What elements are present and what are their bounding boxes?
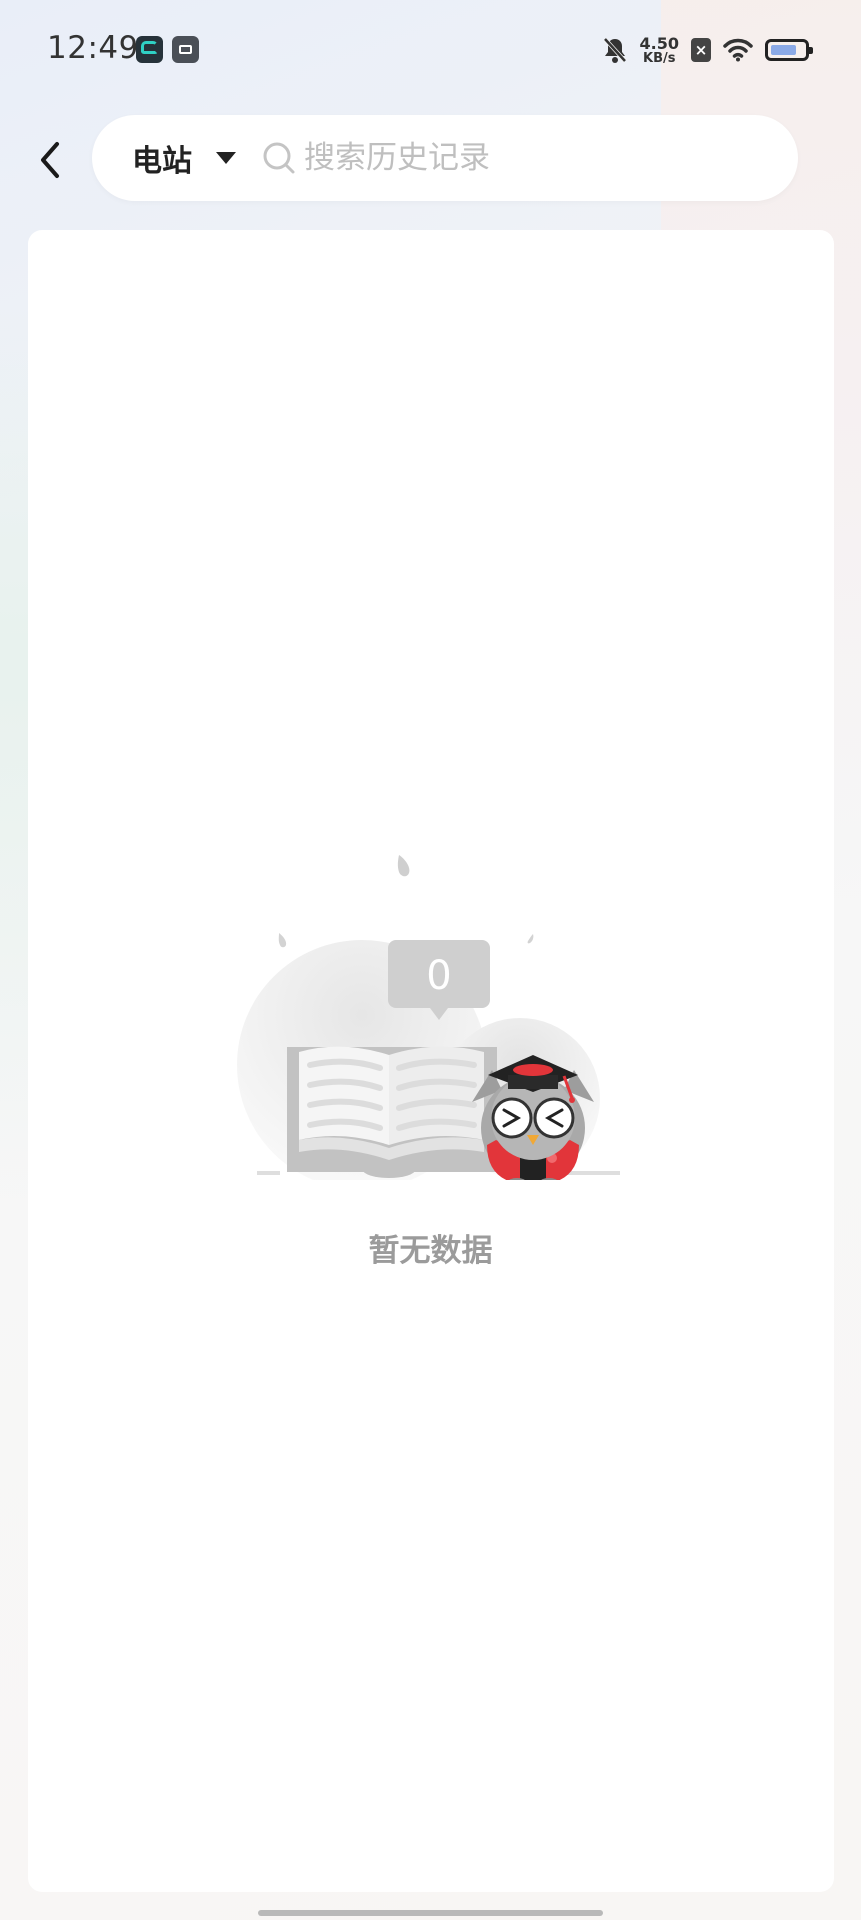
search-bar: 电站 [92,115,798,201]
station-type-selector[interactable]: 电站 [132,115,192,201]
search-input[interactable] [304,115,754,201]
station-type-label: 电站 [132,144,192,179]
search-icon [263,142,295,174]
sim-x-icon: × [691,38,711,62]
bell-muted-icon [603,37,626,63]
wifi-icon [723,38,753,62]
chevron-left-icon [41,142,59,178]
back-button[interactable] [30,130,70,190]
net-speed: 4.50 KB/s [639,33,679,66]
battery-fill [771,45,796,55]
status-bar: 12:49 4.50 KB/s × [0,0,861,100]
app-notification-icon [136,36,163,63]
net-speed-value: 4.50 [639,33,679,53]
empty-state-message: 暂无数据 [368,1233,493,1269]
box-notification-icon [172,36,199,63]
empty-state-illustration: 0 [237,855,620,1180]
home-indicator[interactable] [258,1910,603,1916]
status-time: 12:49 [47,30,139,66]
empty-count-badge: 0 [426,953,451,999]
caret-down-icon[interactable] [216,152,236,164]
net-speed-unit: KB/s [643,50,676,66]
battery-icon [765,39,813,61]
status-icons: 4.50 KB/s × [602,30,813,70]
